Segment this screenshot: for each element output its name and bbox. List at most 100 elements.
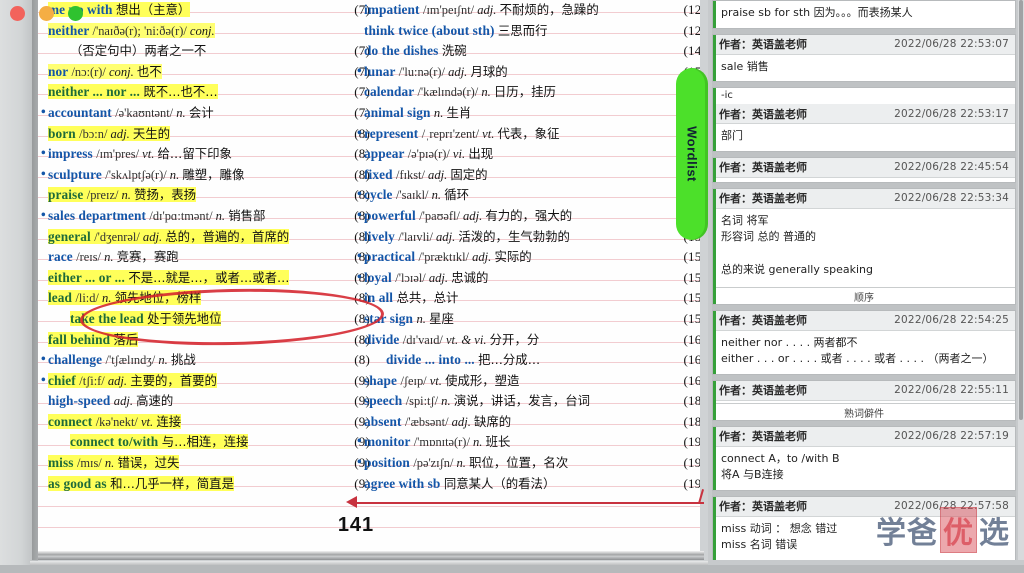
wordlist-column-left[interactable]: me up with 想出（主意）(7)neither /'naɪðə(r); … [41, 0, 374, 495]
wordlist-entry[interactable]: connect to/with 与…相连，连接 (9) [44, 432, 374, 453]
wordlist-entry[interactable]: •powerful /'paʊəfl/ adj. 有力的，强大的(15) [357, 206, 700, 227]
close-window-icon[interactable] [10, 6, 25, 21]
wordlist-entry[interactable]: nor /nɔ:(r)/ conj. 也不 (7) [44, 62, 374, 83]
comments-sidebar[interactable]: praise sb for sth 因为。。。而表扬某人作者：英语盖老师 2022… [708, 0, 1024, 573]
comment-note[interactable]: praise sb for sth 因为。。。而表扬某人 [712, 0, 1016, 29]
wordlist-entry[interactable]: neither /'naɪðə(r); 'ni:ðə(r)/ conj. [44, 21, 374, 42]
entry-part-of-speech: n. [472, 435, 486, 450]
wordlist-entry[interactable]: •loyal /'lɔɪəl/ adj. 忠诚的 (15) [357, 268, 700, 289]
wordlist-entry[interactable]: • impress /ɪm'pres/ vt. 给…留下印象 (8) [41, 144, 374, 165]
entry-headword: impatient [364, 2, 423, 17]
comment-note[interactable]: -ic 作者：英语盖老师 2022/06/28 22:53:17 部门 [712, 87, 1016, 152]
wordlist-entry[interactable]: （否定句中）两者之一不 (7) [44, 41, 374, 62]
wordlist-entry[interactable]: in all 总共，总计(15) [360, 288, 700, 309]
comment-header[interactable]: 作者：英语盖老师 2022/06/28 22:53:34 [713, 188, 1015, 209]
wordlist-entry[interactable]: absent /'æbsənt/ adj. 缺席的 (18) [360, 412, 700, 433]
wordlist-entry[interactable]: divide ... into ... 把…分成… (16) [360, 350, 700, 371]
wordlist-entry[interactable]: calendar /'kælɪndə(r)/ n. 日历，挂历(15) [360, 82, 700, 103]
entry-part-of-speech: n. [441, 394, 454, 409]
wordlist-entry[interactable]: praise /preɪz/ n. 赞扬，表扬 (8) [44, 185, 374, 206]
comment-timestamp: 2022/06/28 22:54:25 [894, 314, 1009, 326]
comment-body[interactable]: 部门 [713, 124, 1015, 151]
comment-header[interactable]: 作者：英语盖老师 2022/06/28 22:55:11 [713, 380, 1015, 401]
wordlist-tab[interactable]: Wordlist [676, 68, 708, 240]
wordlist-entry[interactable]: high-speed adj. 高速的 (9) [44, 391, 374, 412]
entry-headword: miss [48, 455, 77, 471]
comment-header[interactable]: 作者：英语盖老师 2022/06/28 22:53:17 [713, 104, 1015, 124]
wordlist-entry[interactable]: speech /spi:tʃ/ n. 演说，讲话，发言，台词 (18) [360, 391, 700, 412]
comment-note[interactable]: 作者：英语盖老师 2022/06/28 22:53:07 sale 销售 [712, 33, 1016, 82]
zoom-window-icon[interactable] [68, 6, 83, 21]
wordlist-entry[interactable]: me up with 想出（主意）(7) [44, 0, 374, 21]
wordlist-entry[interactable]: divide /dɪ'vaɪd/ vt. & vi. 分开，分 (16) [360, 330, 700, 351]
entry-pronunciation: /'præktɪkl/ [418, 250, 473, 265]
wordlist-entry[interactable]: general /'dʒenrəl/ adj. 总的，普遍的，首席的 (8) [44, 227, 374, 248]
wordlist-entry[interactable]: • challenge /'tʃælɪndʒ/ n. 挑战 (8) [41, 350, 374, 371]
comment-body[interactable]: connect A，to /with B 将A 与B连接 [713, 447, 1015, 490]
entry-pronunciation: /ɪm'pres/ [96, 147, 143, 162]
wordlist-entry[interactable]: • chief /tʃi:f/ adj. 主要的，首要的 (9) [41, 371, 374, 392]
comment-note[interactable]: 作者：英语盖老师 2022/06/28 22:45:54 [712, 156, 1016, 183]
entry-definition: 日历，挂历 [493, 84, 556, 100]
comment-body[interactable]: sale 销售 [713, 55, 1015, 82]
entry-part-of-speech: vt. [140, 414, 157, 429]
wordlist-entry[interactable]: •position /pə'zɪʃn/ n. 职位，位置，名次 (19) [357, 453, 700, 474]
wordlist-entry[interactable]: • sculpture /'skʌlptʃə(r)/ n. 雕塑，雕像 (8) [41, 165, 374, 186]
comments-list[interactable]: praise sb for sth 因为。。。而表扬某人作者：英语盖老师 2022… [712, 0, 1016, 560]
wordlist-entry[interactable]: shape /ʃeɪp/ vt. 使成形，塑造 (16) [360, 371, 700, 392]
wordlist-entry[interactable]: •represent /ˌreprɪ'zent/ vt. 代表，象征(15) [357, 124, 700, 145]
comment-body[interactable]: praise sb for sth 因为。。。而表扬某人 [713, 1, 1015, 28]
wordlist-entry[interactable]: impatient /ɪm'peɪʃnt/ adj. 不耐烦的，急躁的 (12) [360, 0, 700, 21]
wordlist-entry[interactable]: lively /'laɪvli/ adj. 活泼的，生气勃勃的(15) [360, 227, 700, 248]
wordlist-entry[interactable]: •cycle /'saɪkl/ n. 循环(15) [357, 185, 700, 206]
comment-note[interactable]: 作者：英语盖老师 2022/06/28 22:57:19 connect A，to … [712, 425, 1016, 491]
wordlist-entry[interactable]: either ... or ... 不是…就是…，或者…或者… (8) [44, 268, 374, 289]
comment-note[interactable]: 作者：英语盖老师 2022/06/28 22:57:58 miss 动词 ： 想念 … [712, 495, 1016, 560]
wordlist-entry[interactable]: do the dishes 洗碗 (14) [360, 41, 700, 62]
comment-header[interactable]: 作者：英语盖老师 2022/06/28 22:54:25 [713, 310, 1015, 331]
entry-part-of-speech: n. [169, 167, 183, 182]
entry-page-ref: (15) [683, 310, 700, 326]
entry-definition: 把…分成… [478, 352, 541, 368]
document-page[interactable]: me up with 想出（主意）(7)neither /'naɪðə(r); … [38, 0, 700, 559]
sidebar-scrollbar[interactable] [1018, 0, 1024, 560]
entry-pronunciation: /ˌreprɪ'zent/ [421, 126, 483, 141]
comment-header[interactable]: 作者：英语盖老师 2022/06/28 22:57:58 [713, 496, 1015, 517]
entry-part-of-speech: n. [433, 105, 447, 120]
wordlist-entry[interactable]: as good as 和…几乎一样，简直是 (9) [44, 474, 374, 495]
wordlist-entry[interactable]: •practical /'præktɪkl/ adj. 实际的 (15) [357, 247, 700, 268]
comment-body[interactable]: 名词 将军 形容词 总的 普通的 总的来说 generally speaking [713, 209, 1015, 285]
wordlist-entry[interactable]: • sales department /dɪ'pɑ:tmənt/ n. 销售部 (8… [41, 206, 374, 227]
wordlist-entry[interactable]: appear /ə'pɪə(r)/ vi. 出现(15) [360, 144, 700, 165]
wordlist-entry[interactable]: •monitor /'mɒnɪtə(r)/ n. 班长 (19) [357, 432, 700, 453]
entry-pronunciation: /kə'nekt/ [95, 414, 141, 429]
wordlist-entry[interactable]: agree with sb 同意某人（的看法） (19) [360, 474, 700, 495]
wordlist-entry[interactable]: born /bɔ:n/ adj. 天生的 (8) [44, 124, 374, 145]
wordlist-entry[interactable]: miss /mɪs/ n. 错误，过失 (9) [44, 453, 374, 474]
window-controls[interactable] [10, 6, 83, 21]
comment-note[interactable]: 作者：英语盖老师 2022/06/28 22:55:11 熟词僻件 [712, 379, 1016, 421]
wordlist-entry[interactable]: animal sign n. 生肖(15) [360, 103, 700, 124]
wordlist-entry[interactable]: fixed /fɪkst/ adj. 固定的(15) [360, 165, 700, 186]
wordlist-entry[interactable]: neither ... nor ... 既不…也不… (7) [44, 82, 374, 103]
entry-part-of-speech: adj. [477, 3, 500, 17]
comment-note[interactable]: 作者：英语盖老师 2022/06/28 22:54:25 neither nor .… [712, 309, 1016, 375]
comment-body[interactable]: neither nor . . . . 两者都不 either . . . or … [713, 331, 1015, 374]
comment-line: miss 动词 ： 想念 错过 [721, 521, 838, 535]
comment-header[interactable]: 作者：英语盖老师 2022/06/28 22:57:19 [713, 426, 1015, 447]
entry-definition: 既不…也不… [143, 84, 218, 100]
wordlist-entry[interactable]: •lunar /'lu:nə(r)/ adj. 月球的(15) [357, 62, 700, 83]
wordlist-entry[interactable]: race /reɪs/ n. 竞赛，赛跑 (8) [44, 247, 374, 268]
comment-header[interactable]: 作者：英语盖老师 2022/06/28 22:45:54 [713, 157, 1015, 178]
comment-body[interactable]: miss 动词 ： 想念 错过 miss 名词 错误 [713, 517, 1015, 560]
comment-header[interactable]: 作者：英语盖老师 2022/06/28 22:53:07 [713, 34, 1015, 55]
wordlist-entry[interactable]: think twice (about sth) 三思而行 (12) [360, 21, 700, 42]
minimize-window-icon[interactable] [39, 6, 54, 21]
wordlist-column-middle[interactable]: impatient /ɪm'peɪʃnt/ adj. 不耐烦的，急躁的(12)t… [357, 0, 700, 495]
wordlist-entry[interactable]: connect /kə'nekt/ vt. 连接 (9) [44, 412, 374, 433]
entry-headword: divide [364, 331, 403, 347]
wordlist-entry[interactable]: star sign n. 星座(15) [360, 309, 700, 330]
entry-pronunciation: /fɪkst/ [396, 167, 429, 182]
comment-note[interactable]: 作者：英语盖老师 2022/06/28 22:53:34 名词 将军 形容词 总的 普… [712, 187, 1016, 305]
wordlist-entry[interactable]: • accountant /ə'kaʊntənt/ n. 会计 (7) [41, 103, 374, 124]
